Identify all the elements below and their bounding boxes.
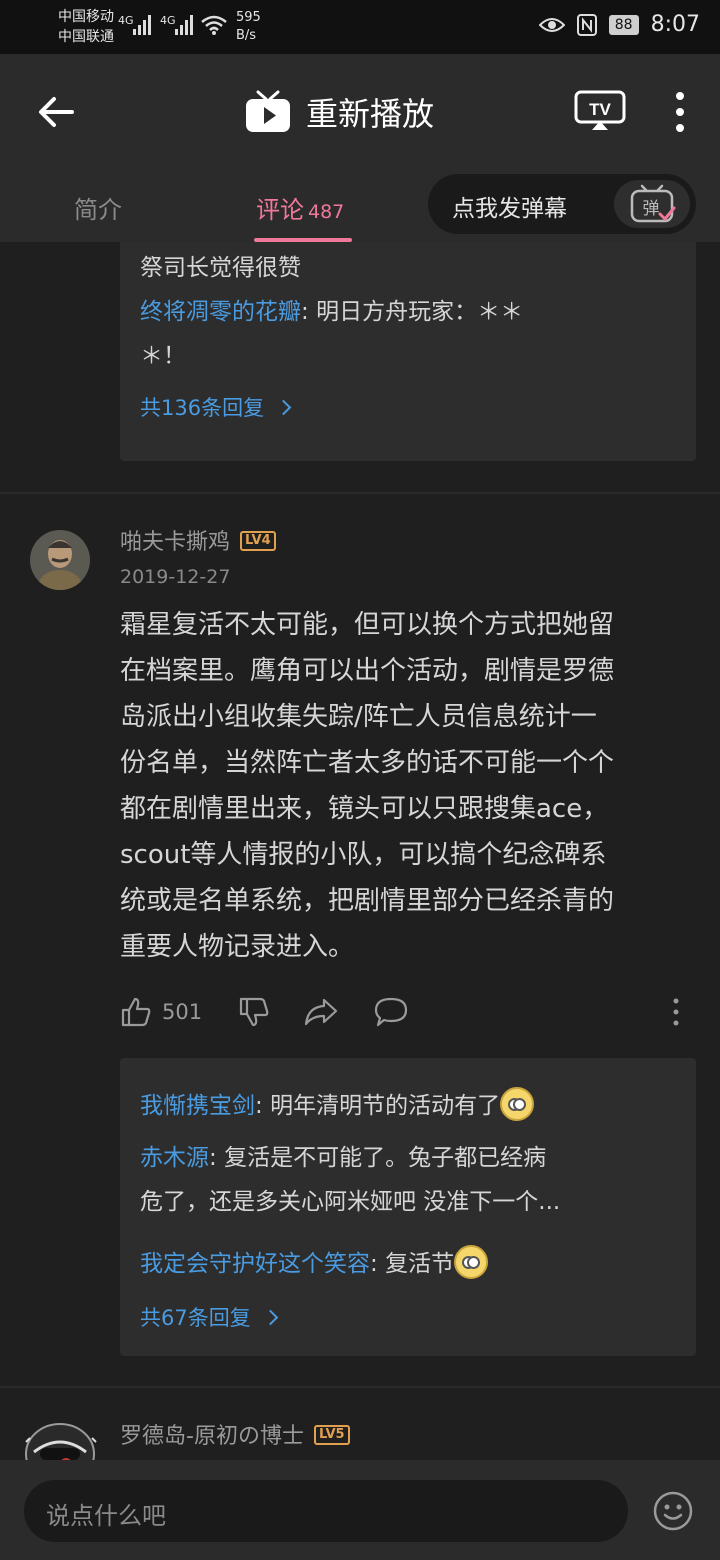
eye-icon <box>538 17 565 32</box>
divider <box>0 492 720 494</box>
comment-body[interactable]: 霜星复活不太可能，但可以换个方式把她留 在档案里。鹰角可以出个活动，剧情是罗德 … <box>120 602 696 970</box>
comment-line: 在档案里。鹰角可以出个活动，剧情是罗德 <box>120 656 615 686</box>
reply-preview-box[interactable]: 祭司长觉得很赞 终将凋零的花瓣: 明日方舟玩家：＊＊ ＊！ 共136条回复 <box>120 242 696 461</box>
comment-input[interactable]: 说点什么吧 <box>24 1480 628 1542</box>
signal-icon <box>133 15 151 35</box>
clock: 8:07 <box>650 12 700 37</box>
danmaku-icon: 弹 <box>630 184 676 223</box>
avatar[interactable] <box>30 530 90 590</box>
comment-date: 2019-12-27 <box>120 566 231 588</box>
thumbs-up-icon <box>121 997 151 1027</box>
emoji-picker-icon[interactable] <box>652 1490 694 1532</box>
reply-text: 明日方舟玩家：＊＊ <box>316 299 524 325</box>
tab-bar: 简介 评论 487 点我发弹幕 弹 <box>0 168 720 242</box>
comment-username[interactable]: 罗德岛-原初の博士 <box>120 1424 304 1449</box>
svg-text:TV: TV <box>589 100 611 119</box>
top-bar: 重新播放 TV <box>0 54 720 168</box>
reply-line[interactable]: 我惭携宝剑: 明年清明节的活动有了 <box>140 1084 676 1128</box>
like-button[interactable]: 501 <box>120 996 202 1028</box>
comment-actions: 501 <box>120 996 696 1036</box>
carrier-1: 中国移动 <box>58 9 114 25</box>
replay-button[interactable]: 重新播放 <box>244 84 434 140</box>
comment-username-row[interactable]: 罗德岛-原初の博士 LV5 <box>120 1418 350 1450</box>
comment-line: 岛派出小组收集失踪/阵亡人员信息统计一 <box>120 702 597 732</box>
reply-line[interactable]: 终将凋零的花瓣: 明日方舟玩家：＊＊ <box>140 290 676 334</box>
comment-line: scout等人情报的小队，可以搞个纪念碑系 <box>120 840 607 870</box>
comment-username-row[interactable]: 啪夫卡撕鸡 LV4 <box>120 524 276 556</box>
svg-text:弹: 弹 <box>643 199 660 219</box>
reply-username[interactable]: 我惭携宝剑 <box>140 1093 255 1119</box>
avatar-image <box>20 1412 100 1460</box>
nfc-icon <box>576 13 597 36</box>
reply-text: 祭司长觉得很赞 <box>140 255 301 281</box>
comment-bubble-icon <box>374 997 408 1027</box>
level-badge: LV4 <box>240 531 276 551</box>
tab-comments[interactable]: 评论 487 <box>256 190 344 225</box>
reply-preview-box[interactable]: 我惭携宝剑: 明年清明节的活动有了 赤木源: 复活是不可能了。兔子都已经病 危了… <box>120 1058 696 1356</box>
network-speed: 595 B/s <box>236 10 261 43</box>
reply-username[interactable]: 我定会守护好这个笑容 <box>140 1251 370 1277</box>
chevron-right-icon <box>275 399 292 416</box>
level-badge: LV5 <box>313 1425 350 1445</box>
view-more-replies[interactable]: 共136条回复 <box>140 392 292 422</box>
reply-text-cont: 危了，还是多关心阿米娅吧 没准下一个... <box>140 1189 561 1215</box>
dislike-button[interactable] <box>238 996 270 1028</box>
status-bar: 中国移动 中国联通 4G 4G 595 B/s 88 8:07 <box>0 0 720 54</box>
comment-line: 统或是名单系统，把剧情里部分已经杀青的 <box>120 886 615 916</box>
reply-text: 复活节 <box>385 1251 455 1277</box>
comments-count: 487 <box>308 201 345 223</box>
comment-line: 都在剧情里出来，镜头可以只跟搜集ace， <box>120 794 609 824</box>
reply-line[interactable]: 我定会守护好这个笑容: 复活节 <box>140 1242 676 1286</box>
share-button[interactable] <box>304 996 338 1028</box>
chevron-right-icon <box>262 1309 279 1326</box>
reply-text: 复活是不可能了。兔子都已经病 <box>224 1145 547 1171</box>
tv-play-icon <box>246 90 290 132</box>
signal-icon <box>175 15 193 35</box>
comment-input-placeholder: 说点什么吧 <box>46 1502 166 1530</box>
tab-comments-label: 评论 <box>256 196 304 224</box>
tab-intro[interactable]: 简介 <box>74 190 122 225</box>
comment-line: 霜星复活不太可能，但可以换个方式把她留 <box>120 610 615 640</box>
comment-username[interactable]: 啪夫卡撕鸡 <box>120 530 230 555</box>
avatar[interactable] <box>20 1412 100 1460</box>
cast-tv-icon[interactable]: TV <box>574 90 626 132</box>
battery-indicator: 88 <box>608 14 639 35</box>
reply-line[interactable]: 赤木源: 复活是不可能了。兔子都已经病 <box>140 1136 676 1180</box>
wifi-icon <box>201 15 227 35</box>
page-title: 重新播放 <box>306 95 435 133</box>
vertical-dots-icon <box>673 998 679 1026</box>
thumbs-down-icon <box>239 997 269 1027</box>
share-icon <box>304 998 338 1026</box>
comment-more-button[interactable] <box>666 996 686 1028</box>
danmaku-label: 点我发弹幕 <box>452 196 567 222</box>
comment-line: 份名单，当然阵亡者太多的话不可能一个个 <box>120 748 615 778</box>
comment-list[interactable]: 祭司长觉得很赞 终将凋零的花瓣: 明日方舟玩家：＊＊ ＊！ 共136条回复 啪夫… <box>0 242 720 1460</box>
emoji-icon <box>500 1086 535 1121</box>
avatar-image <box>30 530 90 590</box>
more-options-icon[interactable] <box>666 90 694 134</box>
like-count: 501 <box>162 1000 203 1024</box>
comment-input-bar: 说点什么吧 <box>0 1460 720 1560</box>
reply-text: 明年清明节的活动有了 <box>270 1093 501 1119</box>
status-right: 88 8:07 <box>538 12 700 37</box>
carrier-info: 中国移动 中国联通 <box>58 7 114 47</box>
reply-button[interactable] <box>374 996 408 1028</box>
carrier-2: 中国联通 <box>58 29 114 45</box>
reply-username[interactable]: 终将凋零的花瓣 <box>140 299 301 325</box>
emoji-icon <box>454 1244 489 1279</box>
view-more-replies[interactable]: 共67条回复 <box>140 1302 279 1332</box>
back-arrow-icon[interactable] <box>34 90 78 134</box>
comment-line: 重要人物记录进入。 <box>120 932 355 962</box>
send-danmaku-button[interactable]: 点我发弹幕 弹 <box>428 174 696 234</box>
divider <box>0 1386 720 1388</box>
reply-text-cont: ＊！ <box>140 343 186 369</box>
reply-username[interactable]: 赤木源 <box>140 1145 209 1171</box>
danmaku-toggle[interactable]: 弹 <box>614 180 690 228</box>
